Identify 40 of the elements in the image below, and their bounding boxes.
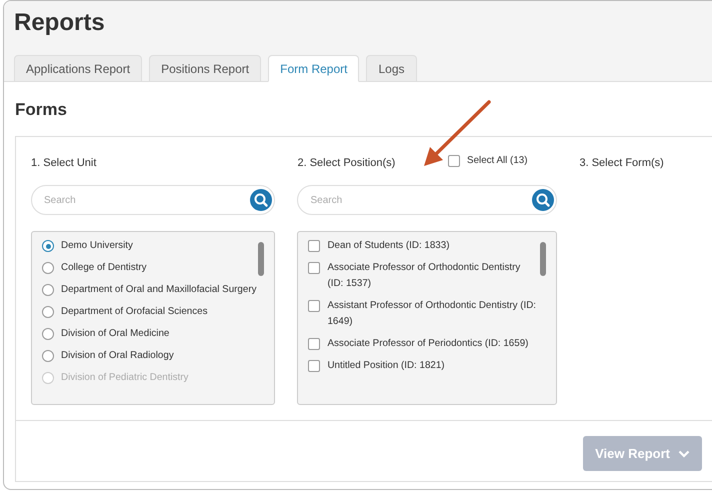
unit-option[interactable]: Division of Oral Radiology: [42, 348, 256, 364]
radio-button[interactable]: [42, 262, 54, 274]
select-all-checkbox[interactable]: Select All (13): [448, 153, 528, 169]
report-tab[interactable]: Applications Report: [14, 55, 142, 82]
column-label: 3. Select Form(s): [579, 157, 664, 169]
checkbox[interactable]: [308, 338, 320, 350]
unit-option[interactable]: Demo University: [42, 238, 256, 254]
radio-button[interactable]: [42, 284, 54, 296]
scrollbar[interactable]: [540, 242, 546, 276]
unit-option[interactable]: College of Dentistry: [42, 260, 256, 276]
position-option[interactable]: Assistant Professor of Orthodontic Dentistry (ID: 1649): [308, 298, 538, 330]
position-option[interactable]: Dean of Students (ID: 1833): [308, 238, 538, 254]
checkbox[interactable]: [308, 300, 320, 312]
unit-option[interactable]: Department of Oral and Maxillofacial Surgery: [42, 282, 256, 298]
checkbox[interactable]: [308, 360, 320, 372]
column-label: 1. Select Unit: [31, 157, 96, 169]
checkbox[interactable]: [308, 240, 320, 252]
search-field[interactable]: Search: [297, 185, 558, 215]
unit-option[interactable]: Department of Orofacial Sciences: [42, 304, 256, 320]
page-title: Reports: [14, 9, 106, 37]
position-option[interactable]: Associate Professor of Periodontics (ID: 1659): [308, 336, 538, 352]
checkbox[interactable]: [308, 262, 320, 274]
position-option[interactable]: Untitled Position (ID: 1821): [308, 358, 538, 374]
radio-button[interactable]: [42, 328, 54, 340]
report-tab[interactable]: Logs: [366, 55, 416, 82]
radio-button[interactable]: [42, 306, 54, 318]
section-title: Forms: [15, 100, 68, 120]
column-label: 2. Select Position(s): [297, 157, 396, 169]
search-field[interactable]: Search: [31, 185, 276, 215]
scrollbar[interactable]: [258, 242, 264, 276]
radio-button[interactable]: [42, 350, 54, 362]
radio-button[interactable]: [42, 372, 54, 384]
radio-button[interactable]: [42, 240, 54, 252]
search-icon[interactable]: [250, 189, 272, 211]
chevron-down-icon: [678, 450, 690, 458]
search-icon[interactable]: [532, 189, 554, 211]
report-tab[interactable]: Form Report: [268, 55, 360, 82]
position-option[interactable]: Associate Professor of Orthodontic Dentistry (ID: 1537): [308, 260, 538, 292]
unit-option[interactable]: Division of Oral Medicine: [42, 326, 256, 342]
report-tab[interactable]: Positions Report: [149, 55, 262, 82]
